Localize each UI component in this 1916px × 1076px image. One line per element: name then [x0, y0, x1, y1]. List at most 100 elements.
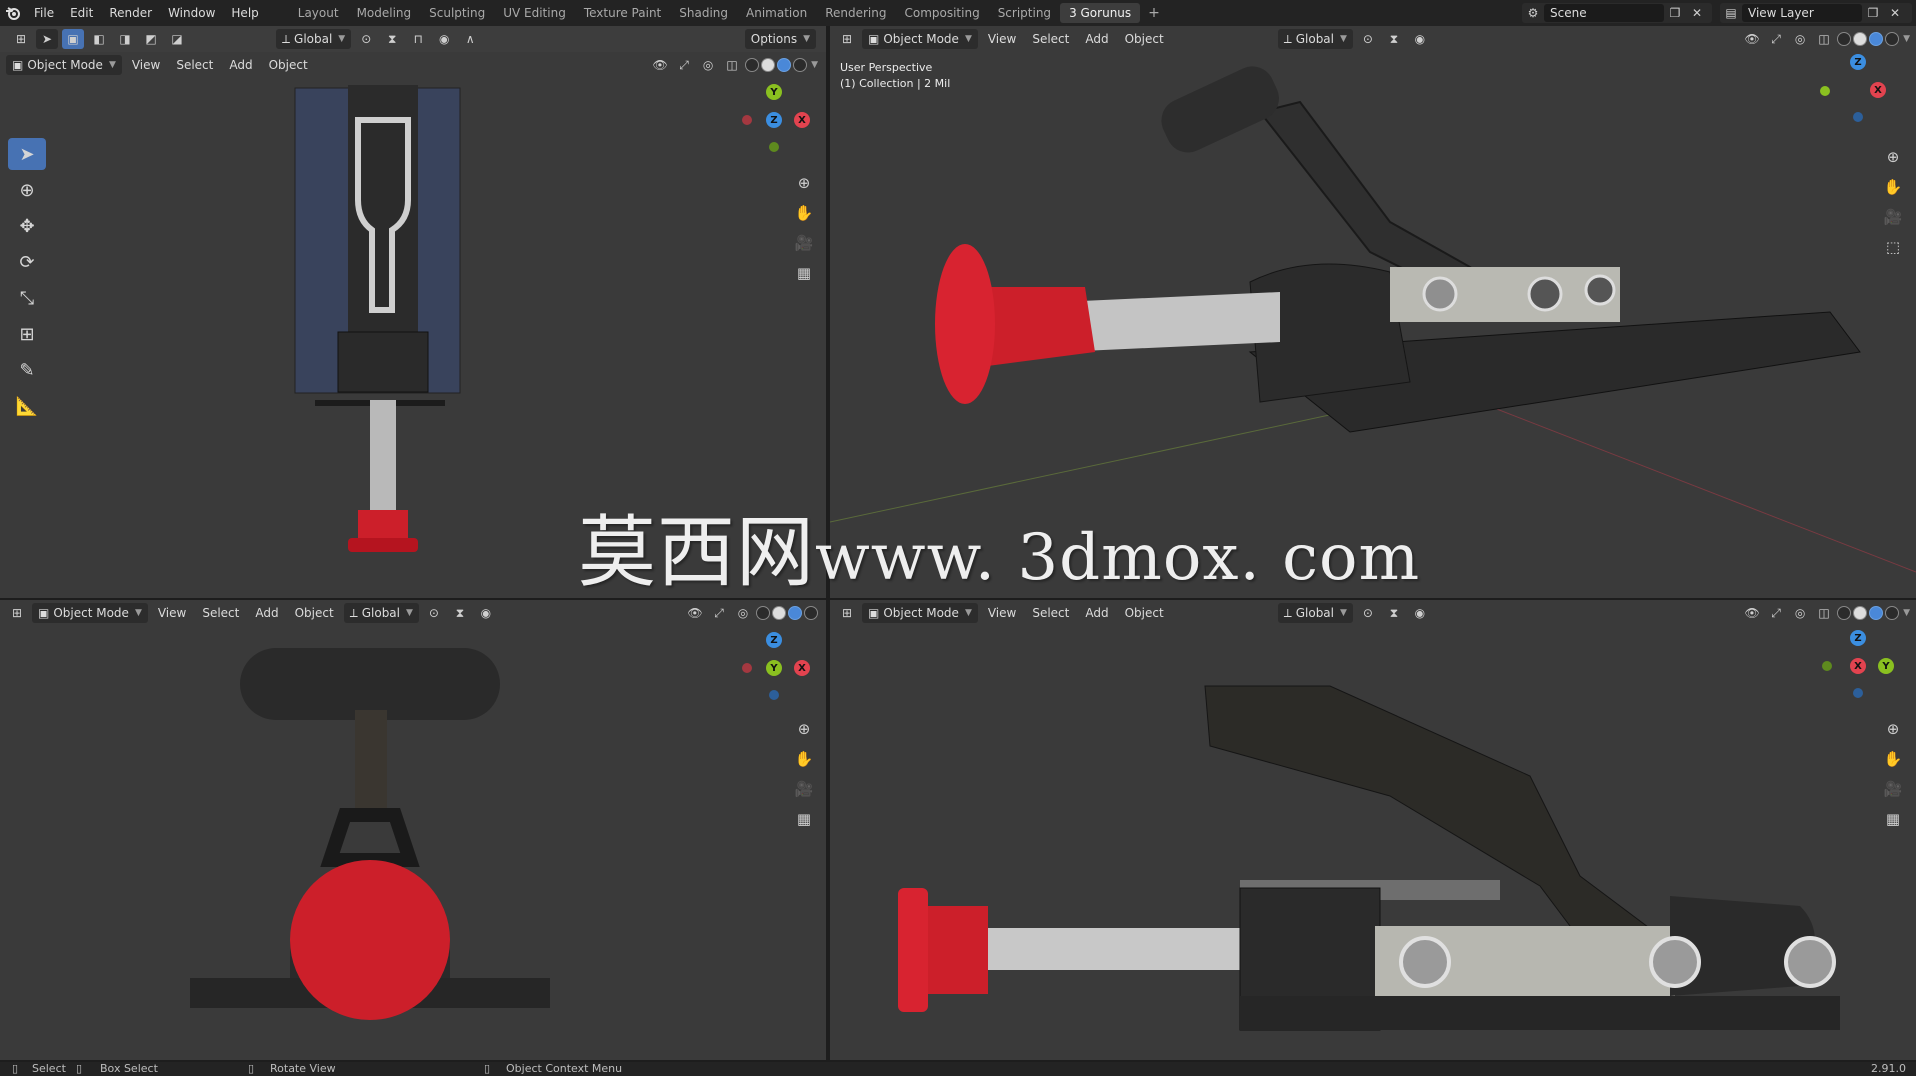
xray-icon[interactable]: ◫ [1813, 603, 1835, 623]
gizmo-z-axis[interactable]: Z [1850, 630, 1866, 646]
falloff-icon[interactable]: ∧ [459, 29, 481, 49]
tab-animation[interactable]: Animation [737, 3, 816, 23]
transform-tool-icon[interactable]: ⊞ [8, 318, 46, 350]
object-mode-dropdown[interactable]: ▣ Object Mode ▼ [32, 603, 148, 623]
gizmo-y-axis[interactable]: Y [1878, 658, 1894, 674]
delete-view-layer-icon[interactable]: ✕ [1884, 3, 1906, 23]
view-menu[interactable]: View [982, 32, 1022, 46]
gizmo-z-axis[interactable]: Z [766, 112, 782, 128]
navigation-gizmo[interactable]: Z Y X [734, 632, 814, 712]
chevron-down-icon[interactable]: ▼ [1903, 34, 1910, 44]
snap-icon[interactable]: ⧗ [1383, 29, 1405, 49]
gizmo-toggle-icon[interactable]: ⤢ [673, 55, 695, 75]
zoom-icon[interactable]: ⊕ [793, 718, 815, 740]
transform-orientation-dropdown[interactable]: ⟂ Global ▼ [1277, 29, 1353, 49]
measure-tool-icon[interactable]: 📐 [8, 390, 46, 422]
options-dropdown[interactable]: Options ▼ [744, 29, 816, 49]
overlay-icon[interactable]: ◎ [1789, 603, 1811, 623]
select-menu[interactable]: Select [1026, 32, 1075, 46]
scale-tool-icon[interactable]: ⤡ [8, 282, 46, 314]
gizmo-y-axis-dot[interactable] [1820, 86, 1830, 96]
wireframe-shading-icon[interactable] [1837, 32, 1852, 46]
new-scene-icon[interactable]: ❐ [1664, 3, 1686, 23]
rendered-shading-icon[interactable] [793, 58, 808, 72]
camera-icon[interactable]: 🎥 [1882, 206, 1904, 228]
overlay-icon[interactable]: ◎ [697, 55, 719, 75]
gizmo-z-axis[interactable]: Z [1850, 54, 1866, 70]
pan-hand-icon[interactable]: ✋ [793, 748, 815, 770]
tab-layout[interactable]: Layout [289, 3, 348, 23]
menu-edit[interactable]: Edit [62, 0, 101, 26]
snap-icon[interactable]: ⧗ [1383, 603, 1405, 623]
transform-orientation-dropdown[interactable]: ⟂ Global ▼ [343, 603, 419, 623]
viewport-bottom-right[interactable]: ⊞ ▣ Object Mode ▼ View Select Add Object ⟂… [830, 600, 1916, 1060]
camera-icon[interactable]: 🎥 [1882, 778, 1904, 800]
transform-orientation-dropdown[interactable]: ⟂ Global ▼ [1277, 603, 1353, 623]
gizmo-z-axis[interactable]: Z [766, 632, 782, 648]
material-shading-icon[interactable] [1869, 32, 1884, 46]
tab-modeling[interactable]: Modeling [348, 3, 421, 23]
pivot-point-icon[interactable]: ⊙ [1357, 603, 1379, 623]
perspective-toggle-icon[interactable]: ⬚ [1882, 236, 1904, 258]
chevron-down-icon[interactable]: ▼ [1903, 608, 1910, 618]
editor-type-icon[interactable]: ⊞ [836, 603, 858, 623]
tab-shading[interactable]: Shading [670, 3, 737, 23]
gizmo-neg-y[interactable] [1822, 661, 1832, 671]
tab-sculpting[interactable]: Sculpting [420, 3, 494, 23]
visibility-icon[interactable]: 👁 [1741, 603, 1763, 623]
gizmo-x-axis[interactable]: X [794, 112, 810, 128]
gizmo-neg-z[interactable] [1853, 112, 1863, 122]
select-mode-new-icon[interactable]: ▣ [62, 29, 84, 49]
navigation-gizmo[interactable]: Y Z X [734, 84, 814, 164]
overlay-icon[interactable]: ◎ [1789, 29, 1811, 49]
cursor-tool-icon[interactable]: ⊕ [8, 174, 46, 206]
select-menu[interactable]: Select [196, 606, 245, 620]
gizmo-neg-y[interactable] [769, 142, 779, 152]
navigation-gizmo[interactable]: Z X Y [1818, 630, 1898, 710]
select-menu[interactable]: Select [1026, 606, 1075, 620]
snap-icon[interactable]: ⧗ [381, 29, 403, 49]
rendered-shading-icon[interactable] [1885, 32, 1900, 46]
pan-hand-icon[interactable]: ✋ [1882, 176, 1904, 198]
tab-scripting[interactable]: Scripting [989, 3, 1060, 23]
solid-shading-icon[interactable] [761, 58, 776, 72]
object-menu[interactable]: Object [1119, 606, 1170, 620]
gizmo-neg-x[interactable] [742, 115, 752, 125]
tab-rendering[interactable]: Rendering [816, 3, 895, 23]
add-menu[interactable]: Add [223, 58, 258, 72]
chevron-down-icon[interactable]: ▼ [811, 60, 818, 70]
tab-uv-editing[interactable]: UV Editing [494, 3, 575, 23]
editor-type-icon[interactable]: ⊞ [10, 29, 32, 49]
menu-window[interactable]: Window [160, 0, 223, 26]
rendered-shading-icon[interactable] [1885, 606, 1900, 620]
wireframe-shading-icon[interactable] [1837, 606, 1852, 620]
object-mode-dropdown[interactable]: ▣ Object Mode ▼ [6, 55, 122, 75]
gizmo-toggle-icon[interactable]: ⤢ [1765, 603, 1787, 623]
xray-icon[interactable]: ◫ [1813, 29, 1835, 49]
select-box-tool-icon[interactable]: ➤ [8, 138, 46, 170]
object-menu[interactable]: Object [263, 58, 314, 72]
menu-render[interactable]: Render [101, 0, 160, 26]
visibility-icon[interactable]: 👁 [1741, 29, 1763, 49]
material-shading-icon[interactable] [1869, 606, 1884, 620]
proportional-edit-icon[interactable]: ◉ [1409, 29, 1431, 49]
view-menu[interactable]: View [152, 606, 192, 620]
gizmo-x-axis[interactable]: X [1850, 658, 1866, 674]
wireframe-shading-icon[interactable] [745, 58, 760, 72]
annotate-tool-icon[interactable]: ✎ [8, 354, 46, 386]
material-shading-icon[interactable] [777, 58, 792, 72]
viewport-bottom-left[interactable]: ⊞ ▣ Object Mode ▼ View Select Add Object ⟂… [0, 600, 826, 1060]
add-menu[interactable]: Add [1079, 606, 1114, 620]
visibility-icon[interactable]: 👁 [684, 603, 706, 623]
add-menu[interactable]: Add [249, 606, 284, 620]
editor-type-icon[interactable]: ⊞ [836, 29, 858, 49]
gizmo-toggle-icon[interactable]: ⤢ [708, 603, 730, 623]
solid-shading-icon[interactable] [772, 606, 786, 620]
camera-icon[interactable]: 🎥 [793, 778, 815, 800]
object-menu[interactable]: Object [1119, 32, 1170, 46]
pivot-point-icon[interactable]: ⊙ [423, 603, 445, 623]
gizmo-neg-z[interactable] [1853, 688, 1863, 698]
snap-target-icon[interactable]: ⊓ [407, 29, 429, 49]
pivot-point-icon[interactable]: ⊙ [1357, 29, 1379, 49]
snap-icon[interactable]: ⧗ [449, 603, 471, 623]
